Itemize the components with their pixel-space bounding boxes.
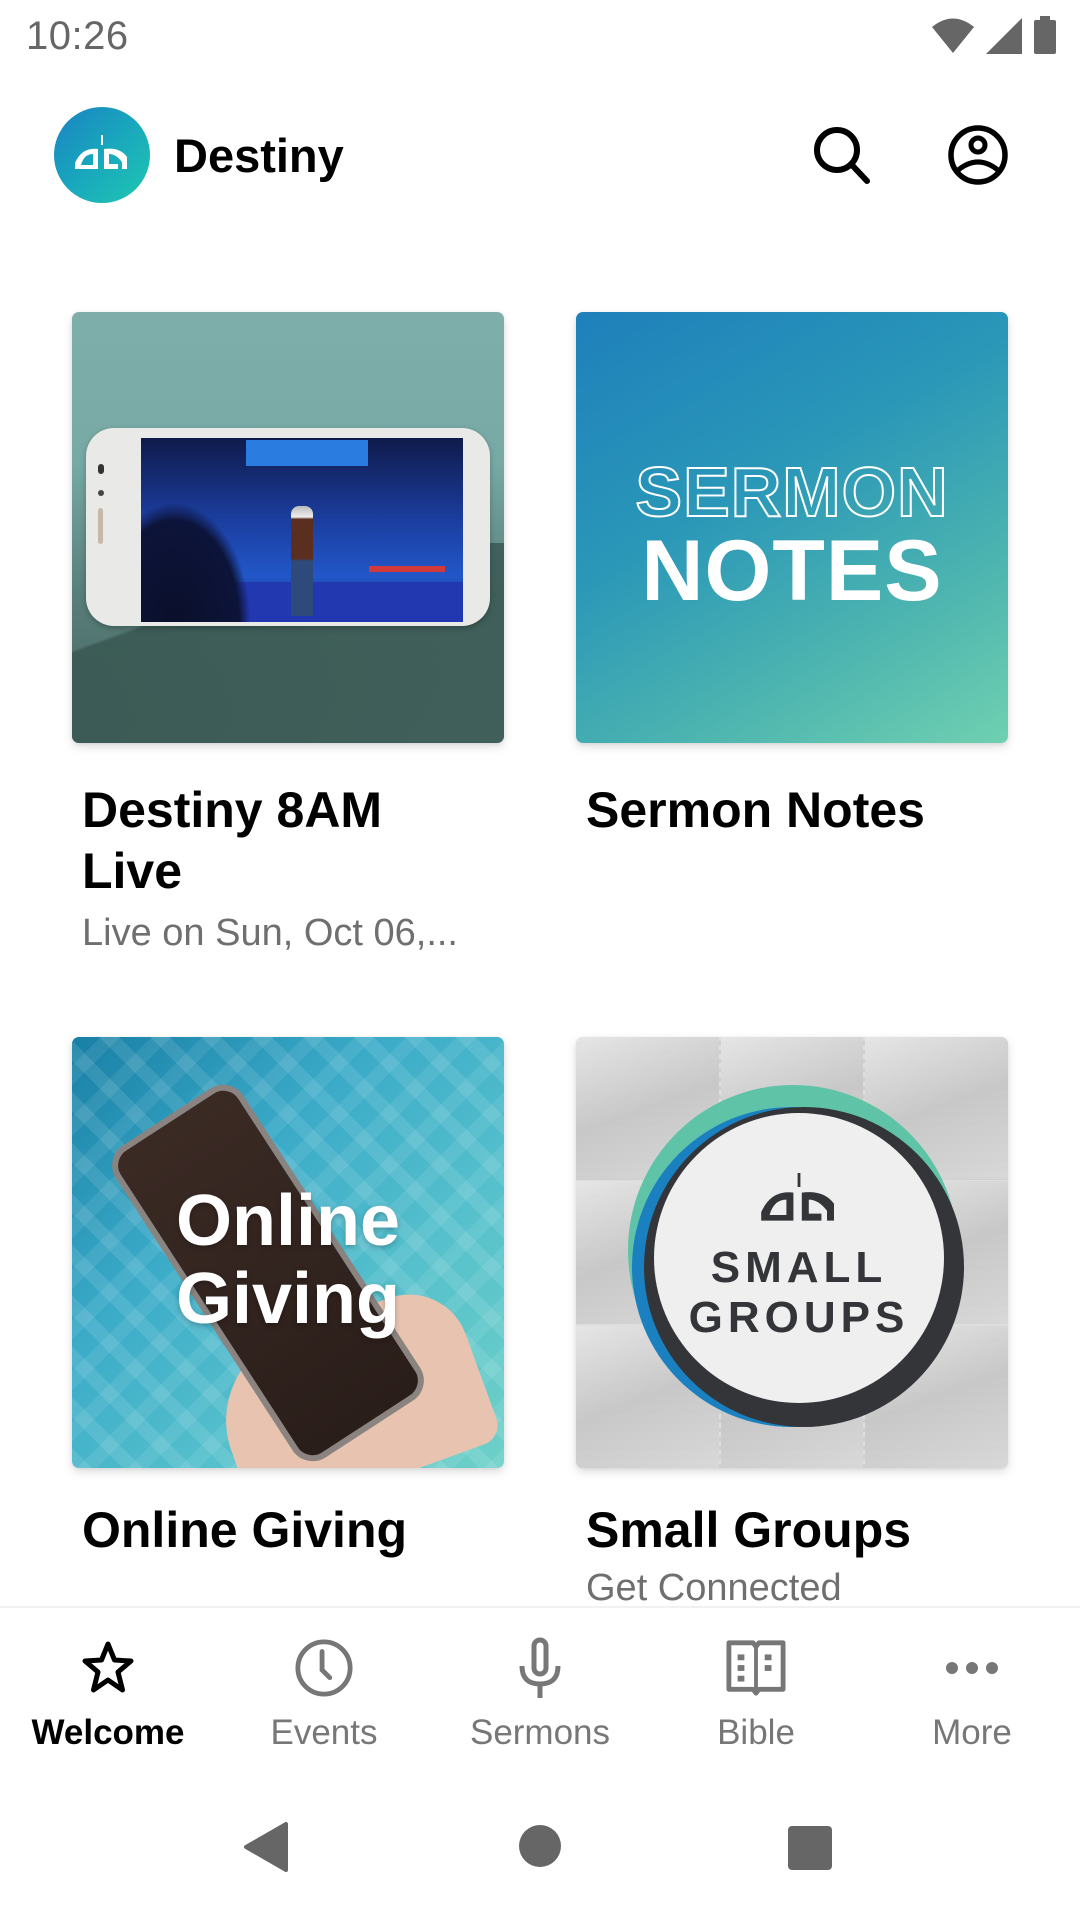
search-button[interactable] xyxy=(807,120,877,190)
church-logo-icon xyxy=(75,135,127,169)
star-icon xyxy=(82,1641,134,1693)
profile-button[interactable] xyxy=(943,120,1013,190)
card-title: Destiny 8AM Live xyxy=(82,782,383,899)
tab-label: Bible xyxy=(717,1713,795,1752)
card-image-online-giving: Online Giving xyxy=(72,1037,504,1468)
card-title: Small Groups xyxy=(586,1502,912,1558)
tab-sermons[interactable]: Sermons xyxy=(432,1608,648,1782)
tab-label: Events xyxy=(270,1713,378,1752)
tab-events[interactable]: Events xyxy=(216,1608,432,1782)
home-icon xyxy=(519,1825,561,1867)
app-header: Destiny xyxy=(0,95,1080,215)
card-image-small-groups: SMALL GROUPS xyxy=(576,1037,1008,1468)
phone-graphic xyxy=(86,428,490,626)
status-time: 10:26 xyxy=(26,14,129,58)
clock-icon xyxy=(295,1639,353,1697)
tab-bible[interactable]: Bible xyxy=(648,1608,864,1782)
book-icon xyxy=(726,1640,786,1696)
recents-button[interactable] xyxy=(786,1824,834,1877)
back-button[interactable] xyxy=(240,1820,292,1879)
image-text-outline: SERMON xyxy=(634,452,949,532)
tab-welcome[interactable]: Welcome xyxy=(0,1608,216,1782)
recents-icon xyxy=(788,1826,832,1870)
card-subtitle: Live on Sun, Oct 06,... xyxy=(82,912,458,954)
more-horizontal-icon xyxy=(946,1662,998,1674)
tab-label: More xyxy=(932,1713,1012,1752)
image-text: Online Giving xyxy=(175,1181,400,1339)
back-icon xyxy=(244,1822,288,1872)
app-logo xyxy=(54,107,150,203)
card-image-sermon-notes: SERMON NOTES xyxy=(576,312,1008,743)
battery-icon xyxy=(1034,16,1056,54)
system-nav-bar xyxy=(0,1780,1080,1920)
account-circle-icon xyxy=(948,125,1008,185)
groups-badge: SMALL GROUPS xyxy=(654,1113,944,1403)
status-icons xyxy=(930,16,1058,56)
tab-label: Welcome xyxy=(31,1713,185,1752)
wifi-icon xyxy=(932,18,974,53)
tab-more[interactable]: More xyxy=(864,1608,1080,1782)
card-subtitle: Get Connected xyxy=(586,1567,842,1608)
card-title: Sermon Notes xyxy=(586,782,925,838)
tab-label: Sermons xyxy=(469,1713,611,1752)
live-stream-preview xyxy=(141,438,463,622)
card-title: Online Giving xyxy=(82,1502,408,1558)
church-logo-icon xyxy=(761,1173,834,1221)
card-image-live-service xyxy=(72,312,504,743)
cell-signal-icon xyxy=(986,18,1022,54)
image-text: SMALL GROUPS xyxy=(688,1243,910,1342)
status-bar: 10:26 xyxy=(0,0,1080,72)
image-text-bold: NOTES xyxy=(641,523,943,619)
microphone-icon xyxy=(519,1637,561,1698)
app-title: Destiny xyxy=(174,129,344,182)
home-button[interactable] xyxy=(517,1823,563,1874)
search-icon xyxy=(814,127,870,184)
bottom-tab-bar: Welcome Events Sermons Bible More xyxy=(0,1606,1080,1782)
